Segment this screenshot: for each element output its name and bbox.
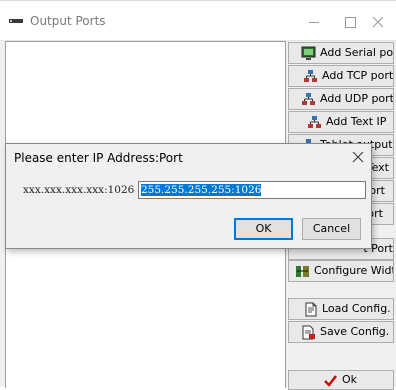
ip-address-input[interactable]: 255.255.255.255:1026 (138, 181, 366, 199)
load-document-icon (303, 302, 318, 317)
window-title: Output Ports (30, 14, 106, 28)
close-window-button[interactable] (367, 11, 396, 33)
close-icon[interactable] (350, 149, 366, 165)
add-tcp-port-button[interactable]: Add TCP port (288, 65, 394, 87)
dialog-title: Please enter IP Address:Port (14, 151, 183, 165)
dialog-ok-button[interactable]: OK (234, 218, 293, 240)
button-label: Add Text IP (326, 115, 387, 128)
button-label: Save Config. (320, 325, 390, 338)
dialog-cancel-button[interactable]: Cancel (302, 218, 361, 240)
button-label: Ok (342, 373, 358, 386)
ok-button[interactable]: Ok (288, 370, 394, 390)
add-text-ip-button[interactable]: Add Text IP (288, 111, 394, 133)
output-ports-window: Output Ports Add Serial port Add TCP por… (0, 0, 396, 390)
ip-address-dialog: Please enter IP Address:Port xxx.xxx.xxx… (5, 143, 372, 249)
load-config-button[interactable]: Load Config. (288, 298, 394, 320)
check-icon (323, 373, 338, 388)
button-label: Load Config. (322, 302, 391, 315)
add-udp-port-button[interactable]: Add UDP port (288, 88, 394, 110)
tcp-network-icon (303, 69, 318, 84)
button-label: Add Serial port (320, 46, 394, 59)
selected-input-text: 255.255.255.255:1026 (141, 184, 262, 196)
serial-port-icon (301, 46, 316, 61)
add-serial-port-button[interactable]: Add Serial port (288, 42, 394, 64)
configure-widths-button[interactable]: Configure Widths (288, 260, 394, 282)
minimize-button[interactable] (300, 11, 330, 33)
title-bar[interactable]: Output Ports (0, 0, 396, 41)
udp-network-icon (301, 92, 316, 107)
button-label: Add TCP port (322, 69, 394, 82)
maximize-button[interactable] (336, 11, 366, 33)
app-icon (9, 19, 23, 23)
button-label: Configure Widths (314, 264, 393, 277)
button-label: Add UDP port (320, 92, 394, 105)
text-ip-network-icon (307, 115, 322, 130)
ip-format-prompt: xxx.xxx.xxx.xxx:1026 (23, 184, 135, 196)
save-config-button[interactable]: Save Config. (288, 321, 394, 343)
configure-widths-icon (295, 264, 310, 279)
save-document-icon (301, 325, 316, 340)
